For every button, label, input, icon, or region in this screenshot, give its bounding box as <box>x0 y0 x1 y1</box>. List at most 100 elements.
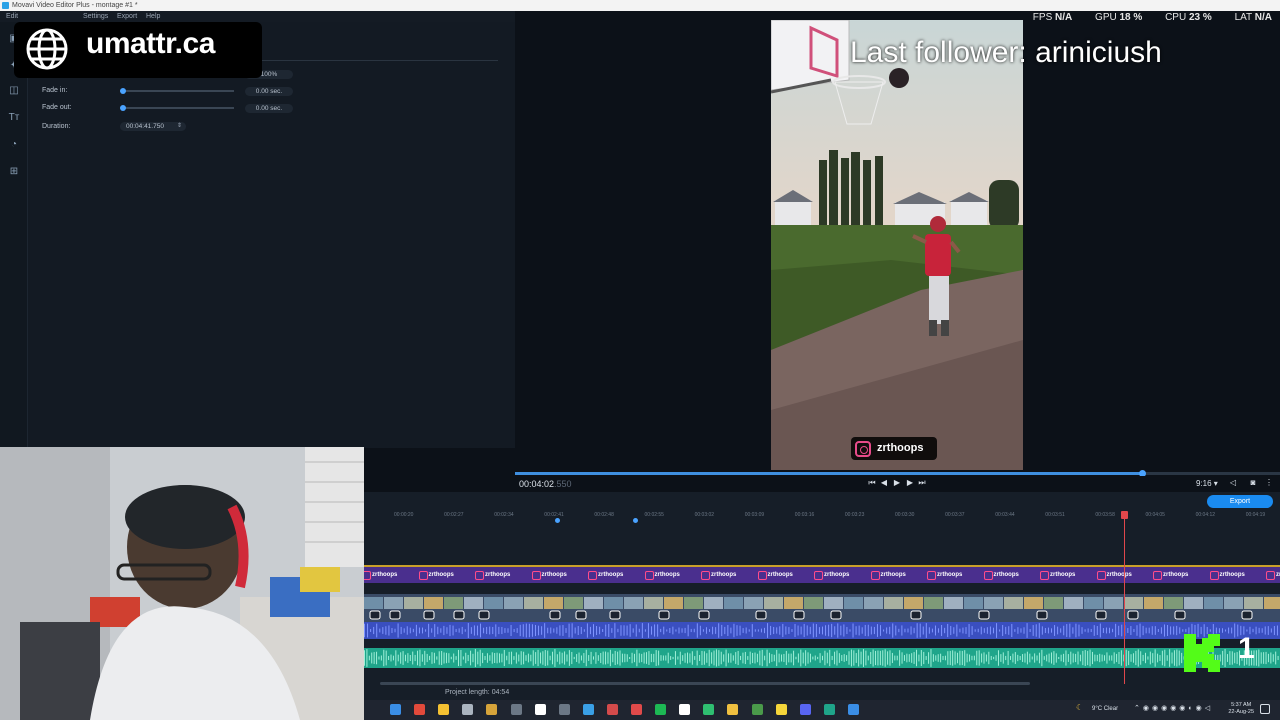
title-clip[interactable]: zrthoops <box>1151 569 1188 581</box>
taskbar-app-icon[interactable] <box>534 704 546 715</box>
title-clip[interactable]: zrthoops <box>699 569 736 581</box>
transition-marker[interactable] <box>1127 610 1139 620</box>
stickers-icon[interactable]: ◔ <box>7 138 21 152</box>
waveform-bar <box>1231 627 1233 634</box>
transition-marker[interactable] <box>478 610 490 620</box>
title-clip[interactable]: zrthoops <box>586 569 623 581</box>
transition-marker[interactable] <box>549 610 561 620</box>
timeline-ruler[interactable]: 00:00:20 00:02:27 00:02:34 00:02:41 00:02:48… <box>364 510 1280 522</box>
title-clip[interactable]: zrthoops <box>1208 569 1245 581</box>
title-clip[interactable]: zrthoops <box>869 569 906 581</box>
taskbar-app-icon[interactable] <box>823 704 835 715</box>
taskbar-app-icon[interactable] <box>390 704 401 715</box>
transition-marker[interactable] <box>698 610 710 620</box>
transition-marker[interactable] <box>910 610 922 620</box>
taskbar-app-icon[interactable] <box>606 704 618 715</box>
transition-marker[interactable] <box>609 610 621 620</box>
skip-start-icon[interactable]: ⏮ <box>867 478 877 488</box>
menu-edit[interactable]: Edit <box>6 11 18 22</box>
timeline-scrollbar[interactable] <box>380 682 1030 685</box>
taskbar-app-icon[interactable] <box>510 704 522 715</box>
taskbar-app-icon[interactable] <box>462 704 474 715</box>
title-clip[interactable]: zrthoops <box>360 569 397 581</box>
fade-in-knob[interactable] <box>120 88 126 94</box>
taskbar-app-icon[interactable] <box>703 704 715 715</box>
transition-marker[interactable] <box>1174 610 1186 620</box>
volume-icon[interactable]: ◁ <box>1228 478 1238 488</box>
step-forward-icon[interactable]: ▶ <box>905 478 915 488</box>
fade-out-knob[interactable] <box>120 105 126 111</box>
waveform-bar <box>983 628 985 633</box>
taskbar-app-icon[interactable] <box>582 704 594 715</box>
fade-in-value[interactable]: 0.00 sec. <box>245 87 293 96</box>
title-clip[interactable]: zrthoops <box>1038 569 1075 581</box>
playhead-handle[interactable] <box>1121 511 1128 519</box>
playhead-line[interactable] <box>1124 512 1125 684</box>
taskbar-app-icon[interactable] <box>799 704 811 715</box>
video-audio-track[interactable] <box>364 622 1280 639</box>
marker[interactable] <box>555 518 560 523</box>
play-icon[interactable]: ▶ <box>892 478 902 488</box>
title-clip[interactable]: zrthoops <box>812 569 849 581</box>
fade-out-value[interactable]: 0.00 sec. <box>245 104 293 113</box>
taskbar-app-icon[interactable] <box>631 704 642 715</box>
title-clip[interactable]: zrthoops <box>1264 569 1280 581</box>
taskbar-app-icon[interactable] <box>558 704 570 715</box>
title-clip[interactable]: zrthoops <box>473 569 510 581</box>
transition-marker[interactable] <box>1095 610 1107 620</box>
transition-marker[interactable] <box>369 610 381 620</box>
tray-icons[interactable]: ⌃◉◉◉◉◉◐◉◁ <box>1134 704 1213 712</box>
more-tools-icon[interactable]: ⊞ <box>7 165 21 179</box>
menu-help[interactable]: Help <box>146 11 160 22</box>
duration-stepper-icon[interactable]: ⇕ <box>177 122 182 129</box>
transition-marker[interactable] <box>830 610 842 620</box>
taskbar-app-icon[interactable] <box>679 704 691 715</box>
taskbar-app-icon[interactable] <box>727 704 739 715</box>
transition-marker[interactable] <box>423 610 435 620</box>
music-track[interactable] <box>364 648 1280 668</box>
taskbar-app-icon[interactable] <box>486 704 498 715</box>
menu-settings[interactable]: Settings <box>83 11 108 22</box>
skip-end-icon[interactable]: ⏭ <box>917 478 927 488</box>
transition-marker[interactable] <box>658 610 670 620</box>
title-clip[interactable]: zrthoops <box>530 569 567 581</box>
video-track[interactable] <box>364 594 1280 622</box>
taskbar-app-icon[interactable] <box>414 704 426 715</box>
title-clip[interactable]: zrthoops <box>1095 569 1132 581</box>
transition-marker[interactable] <box>389 610 401 620</box>
transition-marker[interactable] <box>793 610 805 620</box>
taskbar-app-icon[interactable] <box>438 704 450 715</box>
taskbar-clock[interactable]: 5:37 AM 22-Aug-25 <box>1228 702 1254 716</box>
taskbar-app-icon[interactable] <box>751 704 763 715</box>
export-button[interactable]: Export <box>1207 495 1273 508</box>
transition-marker[interactable] <box>575 610 587 620</box>
title-clip[interactable]: zrthoops <box>417 569 454 581</box>
transition-marker[interactable] <box>1036 610 1048 620</box>
snapshot-icon[interactable]: ◙ <box>1248 478 1258 488</box>
more-options-icon[interactable]: ⋮ <box>1264 478 1274 488</box>
notification-icon[interactable] <box>1260 704 1270 714</box>
titles-icon[interactable]: Tт <box>7 111 21 125</box>
waveform-bar <box>1081 627 1083 634</box>
weather-text[interactable]: 9°C Clear <box>1092 706 1118 712</box>
taskbar-app-icon[interactable] <box>847 704 859 715</box>
transition-marker[interactable] <box>453 610 465 620</box>
title-track[interactable]: zrthoops zrthoops zrthoops zrthoops zrthoops… <box>362 565 1280 583</box>
title-clip[interactable]: zrthoops <box>756 569 793 581</box>
transition-marker[interactable] <box>1241 610 1253 620</box>
waveform-bar <box>1005 626 1007 635</box>
fade-in-slider[interactable] <box>120 90 234 92</box>
step-back-icon[interactable]: ◀ <box>879 478 889 488</box>
taskbar-app-icon[interactable] <box>775 704 787 715</box>
marker[interactable] <box>633 518 638 523</box>
menu-export[interactable]: Export <box>117 11 137 22</box>
title-clip[interactable]: zrthoops <box>925 569 962 581</box>
aspect-ratio-select[interactable]: 9:16 ▾ <box>1196 479 1218 488</box>
transition-marker[interactable] <box>978 610 990 620</box>
taskbar-app-icon[interactable] <box>655 704 667 715</box>
transition-marker[interactable] <box>755 610 767 620</box>
transitions-icon[interactable]: ◫ <box>7 84 21 98</box>
title-clip[interactable]: zrthoops <box>643 569 680 581</box>
fade-out-slider[interactable] <box>120 107 234 109</box>
title-clip[interactable]: zrthoops <box>982 569 1019 581</box>
